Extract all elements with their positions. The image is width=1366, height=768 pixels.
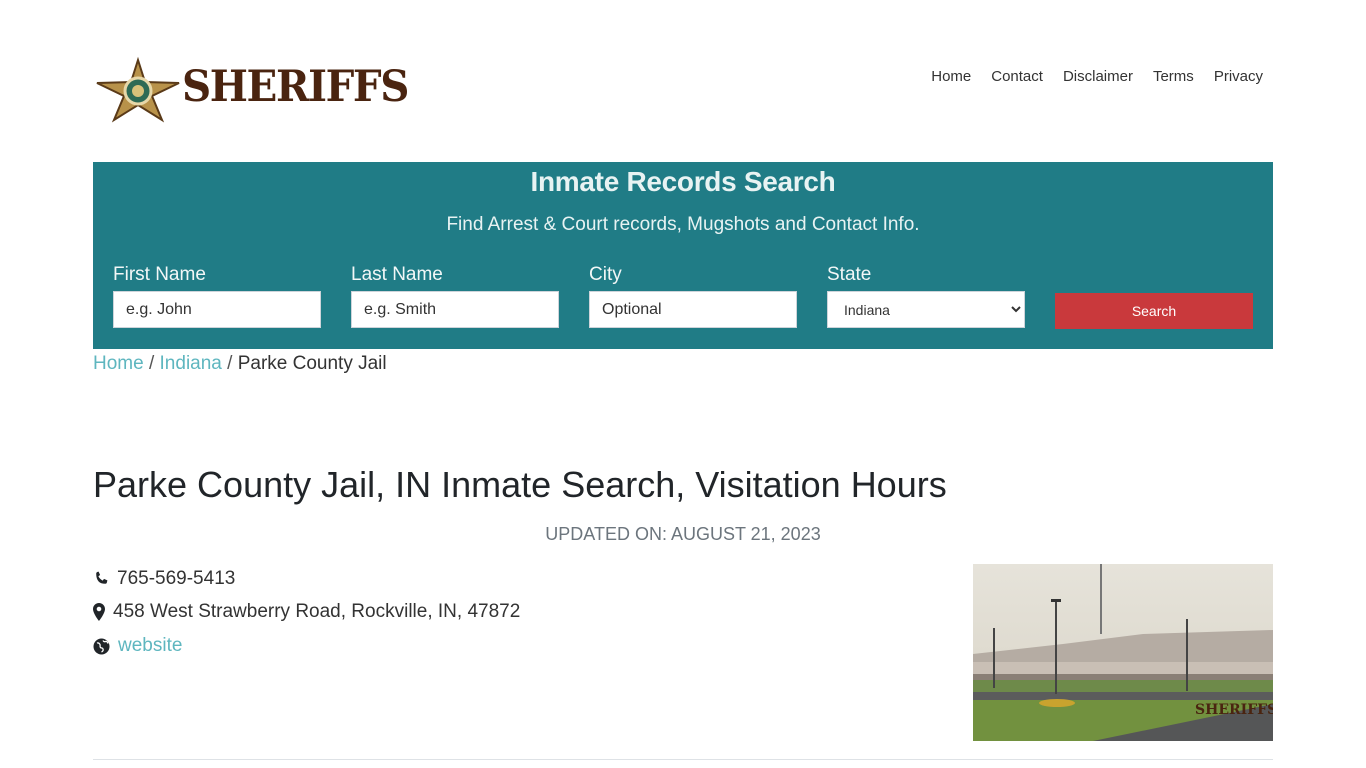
breadcrumb-home[interactable]: Home	[93, 353, 144, 374]
website-row: website	[93, 635, 182, 657]
state-select[interactable]: Indiana	[827, 291, 1025, 328]
site-header: SHERIFFS Home Contact Disclaimer Terms P…	[93, 56, 1273, 126]
website-link[interactable]: website	[118, 635, 182, 657]
main-nav: Home Contact Disclaimer Terms Privacy	[931, 68, 1263, 85]
sheriff-star-icon	[96, 56, 180, 123]
city-input[interactable]	[589, 291, 797, 328]
last-name-label: Last Name	[351, 264, 443, 285]
phone-icon	[96, 571, 108, 584]
updated-date: UPDATED ON: AUGUST 21, 2023	[545, 524, 821, 544]
last-name-group: Last Name	[351, 264, 559, 328]
search-panel-title: Inmate Records Search	[530, 166, 836, 197]
state-label: State	[827, 264, 872, 285]
search-panel-subtitle: Find Arrest & Court records, Mugshots an…	[446, 214, 920, 235]
svg-text:SHERIFFS: SHERIFFS	[1195, 702, 1273, 718]
globe-icon	[93, 638, 110, 654]
last-name-input[interactable]	[351, 291, 559, 328]
search-button[interactable]: Search	[1055, 293, 1253, 329]
breadcrumb: Home / Indiana / Parke County Jail	[93, 353, 387, 375]
nav-privacy[interactable]: Privacy	[1214, 68, 1263, 85]
city-label: City	[589, 264, 622, 285]
first-name-input[interactable]	[113, 291, 321, 328]
state-group: State Indiana	[827, 264, 1035, 328]
content-divider	[93, 759, 1273, 760]
city-group: City	[589, 264, 797, 328]
breadcrumb-current: Parke County Jail	[237, 353, 387, 374]
first-name-group: First Name	[113, 264, 321, 328]
breadcrumb-separator: /	[148, 353, 160, 374]
address-text: 458 West Strawberry Road, Rockville, IN,…	[113, 601, 521, 622]
nav-contact[interactable]: Contact	[991, 68, 1043, 85]
nav-home[interactable]: Home	[931, 68, 971, 85]
nav-disclaimer[interactable]: Disclaimer	[1063, 68, 1133, 85]
jail-building-image: SHERIFFS	[973, 564, 1273, 741]
breadcrumb-separator: /	[227, 353, 238, 374]
phone-number: 765-569-5413	[117, 568, 236, 589]
page-title: Parke County Jail, IN Inmate Search, Vis…	[93, 464, 947, 505]
site-logo[interactable]: SHERIFFS	[93, 56, 409, 126]
first-name-label: First Name	[113, 264, 206, 285]
jail-photo: SHERIFFS	[973, 564, 1273, 741]
map-marker-icon	[93, 603, 105, 621]
nav-terms[interactable]: Terms	[1153, 68, 1194, 85]
logo-wordmark: SHERIFFS	[182, 62, 409, 112]
address-row: 458 West Strawberry Road, Rockville, IN,…	[93, 601, 520, 623]
inmate-search-panel: Inmate Records Search Find Arrest & Cour…	[93, 162, 1273, 349]
breadcrumb-state[interactable]: Indiana	[160, 353, 222, 374]
phone-row: 765-569-5413	[93, 568, 235, 590]
